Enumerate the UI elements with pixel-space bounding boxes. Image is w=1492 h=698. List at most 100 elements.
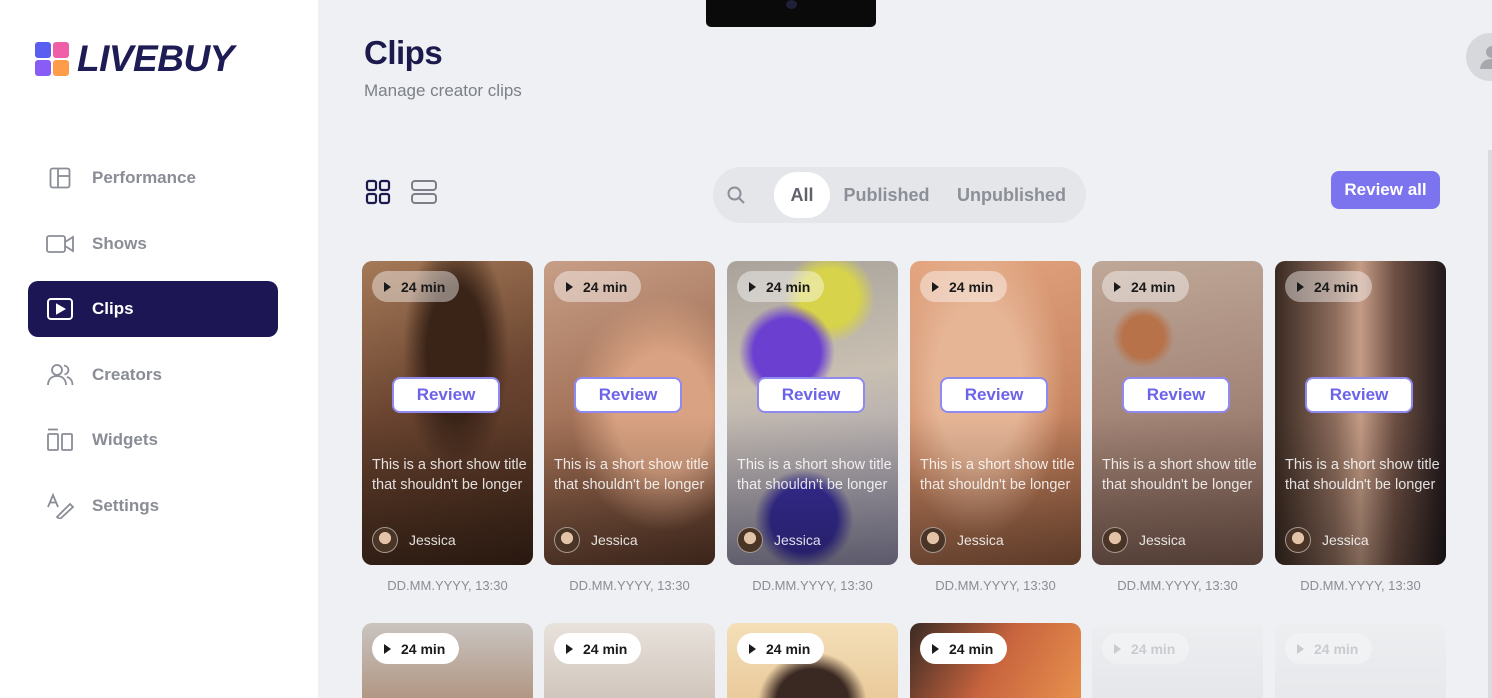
clip-date: DD.MM.YYYY, 13:30 (387, 578, 508, 593)
settings-pen-icon (46, 492, 74, 519)
sidebar-nav: Performance Shows Clips Creators Widgets (28, 150, 278, 543)
play-icon (566, 643, 573, 654)
clip-card[interactable]: 24 min (362, 623, 533, 698)
clip-card[interactable]: 24 min (544, 623, 715, 698)
review-button[interactable]: Review (757, 377, 865, 413)
clip-creator: Jessica (372, 527, 456, 553)
sidebar-item-label: Settings (92, 495, 160, 515)
clip-date: DD.MM.YYYY, 13:30 (1300, 578, 1421, 593)
play-icon (384, 643, 391, 654)
clip-title: This is a short show title that shouldn'… (920, 457, 1075, 493)
review-button[interactable]: Review (1122, 377, 1230, 413)
play-icon (932, 281, 939, 292)
clip-creator: Jessica (1102, 527, 1186, 553)
users-icon (46, 362, 74, 388)
play-icon (1297, 281, 1304, 292)
review-button[interactable]: Review (940, 377, 1048, 413)
clip-title: This is a short show title that shouldn'… (1102, 457, 1257, 493)
duration-badge: 24 min (372, 271, 460, 302)
filter-published[interactable]: Published (842, 172, 931, 218)
filter-all[interactable]: All (774, 172, 830, 218)
duration-badge: 24 min (1285, 271, 1373, 302)
clip-card[interactable]: 24 min (1275, 623, 1446, 698)
duration-badge: 24 min (554, 271, 642, 302)
sidebar-item-shows[interactable]: Shows (28, 216, 278, 272)
clip-date: DD.MM.YYYY, 13:30 (935, 578, 1056, 593)
clip-date: DD.MM.YYYY, 13:30 (1117, 578, 1238, 593)
list-view-icon[interactable] (410, 178, 438, 206)
avatar (920, 527, 946, 553)
clip-date: DD.MM.YYYY, 13:30 (752, 578, 873, 593)
search-icon[interactable] (726, 185, 746, 205)
avatar (1285, 527, 1311, 553)
clip-creator: Jessica (554, 527, 638, 553)
avatar (372, 527, 398, 553)
play-icon (566, 281, 573, 292)
sidebar-item-label: Shows (92, 233, 147, 253)
filter-unpublished[interactable]: Unpublished (956, 172, 1067, 218)
clip-card[interactable]: 24 min (910, 623, 1081, 698)
sidebar-item-widgets[interactable]: Widgets (28, 412, 278, 468)
brand-logo[interactable]: LIVEBUY (35, 38, 234, 80)
clip-creator: Jessica (737, 527, 821, 553)
user-avatar[interactable] (1466, 33, 1492, 81)
sidebar-item-settings[interactable]: Settings (28, 478, 278, 534)
clip-title: This is a short show title that shouldn'… (554, 457, 709, 493)
clip-card[interactable]: 24 min (1092, 623, 1263, 698)
clip-date: DD.MM.YYYY, 13:30 (569, 578, 690, 593)
duration-badge: 24 min (920, 633, 1008, 664)
video-camera-icon (46, 231, 74, 257)
clip-creator: Jessica (920, 527, 1004, 553)
sidebar-item-performance[interactable]: Performance (28, 150, 278, 206)
user-icon (1480, 46, 1492, 69)
sidebar-item-label: Performance (92, 168, 196, 187)
duration-badge: 24 min (920, 271, 1008, 302)
play-icon (384, 281, 391, 292)
play-icon (1297, 643, 1304, 654)
play-icon (749, 281, 756, 292)
sidebar-item-creators[interactable]: Creators (28, 347, 278, 403)
clip-title: This is a short show title that shouldn'… (372, 457, 527, 493)
review-button[interactable]: Review (1305, 377, 1413, 413)
clip-creator: Jessica (1285, 527, 1369, 553)
clip-title: This is a short show title that shouldn'… (737, 457, 892, 493)
duration-badge: 24 min (554, 633, 642, 664)
duration-badge: 24 min (1102, 271, 1190, 302)
clip-card[interactable]: 24 min Review This is a short show title… (1092, 261, 1263, 565)
sidebar-item-label: Creators (92, 364, 162, 384)
page-subtitle: Manage creator clips (364, 81, 522, 100)
clip-card[interactable]: 24 min Review This is a short show title… (910, 261, 1081, 565)
duration-badge: 24 min (737, 633, 825, 664)
sidebar-item-label: Widgets (92, 430, 158, 449)
avatar (1102, 527, 1128, 553)
clip-card[interactable]: 24 min Review This is a short show title… (1275, 261, 1446, 565)
clip-card[interactable]: 24 min (727, 623, 898, 698)
play-icon (749, 643, 756, 654)
grid-view-icon[interactable] (364, 178, 392, 206)
clip-card[interactable]: 24 min Review This is a short show title… (362, 261, 533, 565)
play-icon (1114, 281, 1121, 292)
avatar (737, 527, 763, 553)
sidebar-item-label: Clips (92, 299, 134, 318)
play-icon (1114, 643, 1121, 654)
play-square-icon (46, 296, 74, 322)
duration-badge: 24 min (1285, 633, 1373, 664)
avatar (554, 527, 580, 553)
clip-card[interactable]: 24 min Review This is a short show title… (544, 261, 715, 565)
duration-badge: 24 min (1102, 633, 1190, 664)
review-button[interactable]: Review (574, 377, 682, 413)
clip-card[interactable]: 24 min Review This is a short show title… (727, 261, 898, 565)
clip-title: This is a short show title that shouldn'… (1285, 457, 1440, 493)
review-all-button[interactable]: Review all (1331, 171, 1440, 209)
review-button[interactable]: Review (392, 377, 500, 413)
play-icon (932, 643, 939, 654)
widgets-icon (46, 427, 74, 453)
sidebar-item-clips[interactable]: Clips (28, 281, 278, 337)
brand-name: LIVEBUY (77, 38, 234, 79)
page-title: Clips (364, 34, 443, 71)
camera-notch (706, 0, 876, 27)
scrollbar[interactable] (1488, 150, 1492, 698)
duration-badge: 24 min (737, 271, 825, 302)
duration-badge: 24 min (372, 633, 460, 664)
sidebar: LIVEBUY Performance Shows Clips Creators (0, 0, 318, 698)
